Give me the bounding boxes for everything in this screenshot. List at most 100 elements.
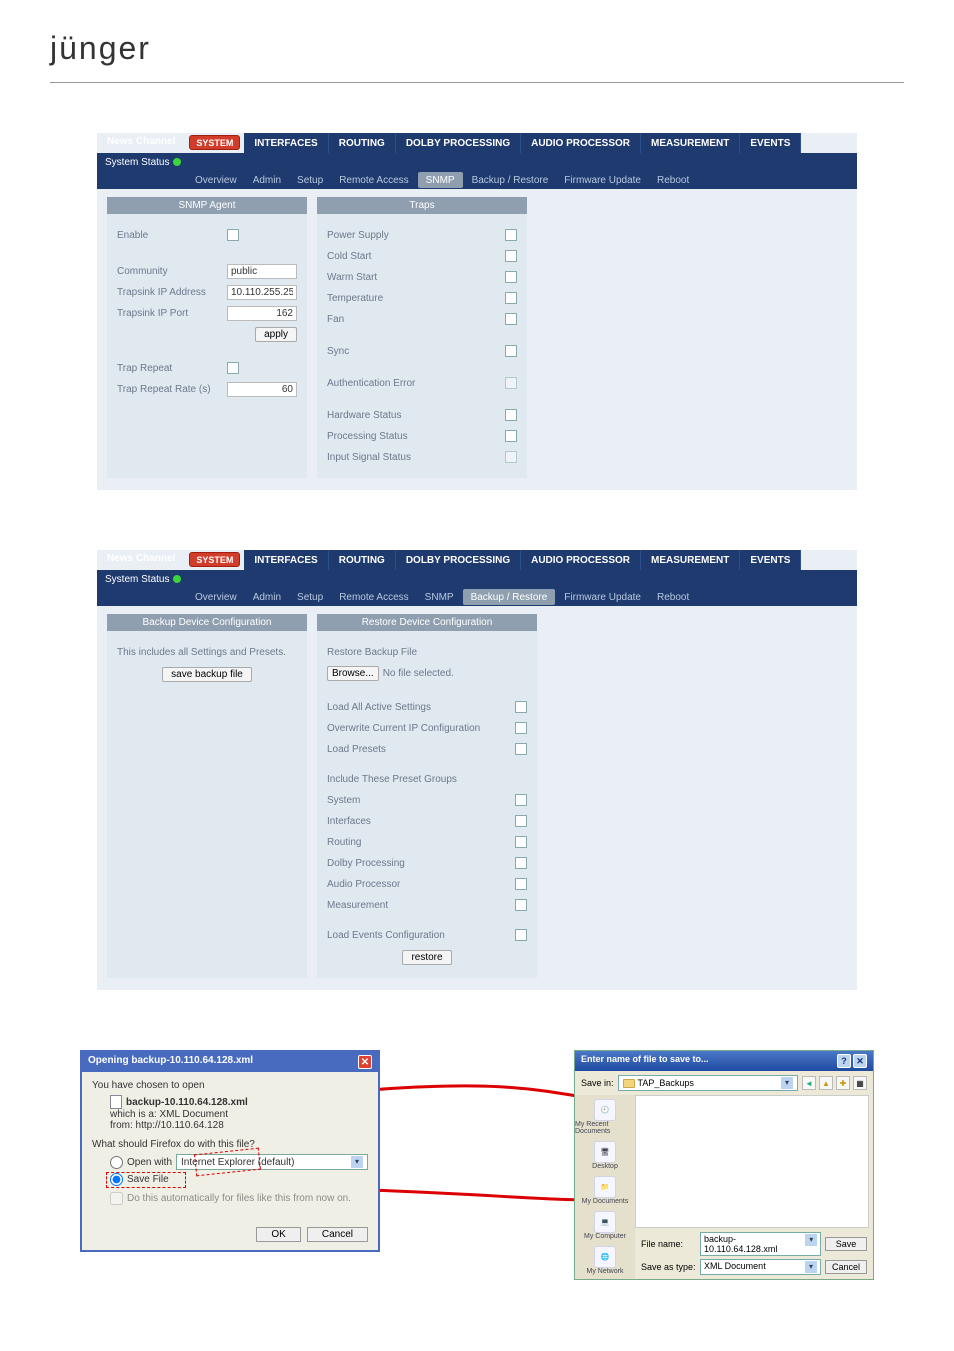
subtab-snmp[interactable]: SNMP — [417, 588, 462, 606]
trap-item: Cold Start — [327, 251, 505, 262]
trap-checkbox[interactable] — [505, 271, 517, 283]
group-checkbox[interactable] — [515, 836, 527, 848]
trap-checkbox[interactable] — [505, 409, 517, 421]
device-name: News Channel — [97, 133, 185, 153]
community-input[interactable] — [227, 264, 297, 279]
cancel-button[interactable]: Cancel — [307, 1227, 368, 1242]
trap-item: Processing Status — [327, 431, 505, 442]
group-checkbox[interactable] — [515, 857, 527, 869]
trapsink-ip-input[interactable] — [227, 285, 297, 300]
trap-repeat-label: Trap Repeat — [117, 363, 227, 374]
trap-checkbox[interactable] — [505, 292, 517, 304]
new-folder-icon[interactable]: ✚ — [836, 1076, 850, 1090]
subtab-overview[interactable]: Overview — [187, 171, 245, 189]
apply-button[interactable]: apply — [255, 327, 297, 342]
up-icon[interactable]: ▲ — [819, 1076, 833, 1090]
subtab-backup[interactable]: Backup / Restore — [463, 589, 556, 605]
views-icon[interactable]: ▦ — [853, 1076, 867, 1090]
ff-filename: backup-10.110.64.128.xml — [126, 1097, 248, 1108]
trap-checkbox[interactable] — [505, 313, 517, 325]
cancel-button[interactable]: Cancel — [825, 1260, 867, 1274]
opt-checkbox[interactable] — [515, 743, 527, 755]
subtab-snmp[interactable]: SNMP — [418, 172, 463, 188]
savetype-dropdown[interactable]: XML Document▾ — [700, 1259, 821, 1275]
group-checkbox[interactable] — [515, 794, 527, 806]
tab-interfaces[interactable]: INTERFACES — [244, 550, 328, 570]
subtab-reboot[interactable]: Reboot — [649, 171, 697, 189]
tab-dolby[interactable]: DOLBY PROCESSING — [396, 133, 521, 153]
trap-checkbox[interactable] — [505, 430, 517, 442]
trap-repeat-checkbox[interactable] — [227, 362, 239, 374]
opt-checkbox[interactable] — [515, 701, 527, 713]
system-button[interactable]: SYSTEM — [189, 135, 240, 150]
trap-checkbox[interactable] — [505, 229, 517, 241]
file-list-area[interactable] — [635, 1095, 869, 1228]
side-my-documents[interactable]: 📁My Documents — [582, 1176, 629, 1205]
subtab-remote[interactable]: Remote Access — [331, 171, 416, 189]
side-my-network[interactable]: 🌐My Network — [587, 1246, 624, 1275]
preset-group-header: Include These Preset Groups — [327, 774, 457, 785]
subtab-firmware[interactable]: Firmware Update — [556, 171, 649, 189]
side-my-recent[interactable]: 🕘My Recent Documents — [575, 1099, 635, 1135]
browse-button[interactable]: Browse... — [327, 666, 379, 681]
system-button[interactable]: SYSTEM — [189, 552, 240, 567]
tab-events[interactable]: EVENTS — [740, 133, 801, 153]
trap-checkbox[interactable] — [505, 345, 517, 357]
status-dot-icon — [173, 575, 181, 583]
savein-dropdown[interactable]: TAP_Backups ▾ — [618, 1075, 798, 1091]
subtab-setup[interactable]: Setup — [289, 588, 331, 606]
subtab-backup[interactable]: Backup / Restore — [464, 171, 557, 189]
no-file-label: No file selected. — [383, 668, 454, 679]
side-desktop[interactable]: 🖥Desktop — [592, 1141, 618, 1170]
trap-repeat-rate-input[interactable] — [227, 382, 297, 397]
ff-from: from: http://10.110.64.128 — [110, 1120, 368, 1131]
group-checkbox[interactable] — [515, 815, 527, 827]
chevron-down-icon: ▾ — [351, 1156, 363, 1168]
close-icon[interactable]: ✕ — [358, 1055, 372, 1069]
restore-button[interactable]: restore — [402, 950, 451, 965]
subtab-admin[interactable]: Admin — [245, 588, 289, 606]
savetype-label: Save as type: — [641, 1262, 696, 1272]
subtab-firmware[interactable]: Firmware Update — [556, 588, 649, 606]
device-name: News Channel — [97, 550, 185, 570]
ok-button[interactable]: OK — [256, 1227, 300, 1242]
filename-input[interactable]: backup-10.110.64.128.xml▾ — [700, 1232, 821, 1256]
tab-routing[interactable]: ROUTING — [329, 133, 396, 153]
tab-events[interactable]: EVENTS — [740, 550, 801, 570]
trap-checkbox[interactable] — [505, 250, 517, 262]
group-checkbox[interactable] — [515, 878, 527, 890]
events-cfg-checkbox[interactable] — [515, 929, 527, 941]
enable-label: Enable — [117, 230, 227, 241]
trap-checkbox[interactable] — [505, 451, 517, 463]
tab-audio[interactable]: AUDIO PROCESSOR — [521, 133, 641, 153]
tab-interfaces[interactable]: INTERFACES — [244, 133, 328, 153]
trap-checkbox[interactable] — [505, 377, 517, 389]
open-with-radio[interactable] — [110, 1156, 123, 1169]
tab-routing[interactable]: ROUTING — [329, 550, 396, 570]
traps-header: Traps — [317, 197, 527, 214]
help-icon[interactable]: ? — [837, 1054, 851, 1068]
trapsink-port-label: Trapsink IP Port — [117, 308, 227, 319]
subtab-reboot[interactable]: Reboot — [649, 588, 697, 606]
group-label: Dolby Processing — [327, 858, 515, 869]
auto-checkbox[interactable] — [110, 1192, 123, 1205]
enable-checkbox[interactable] — [227, 229, 239, 241]
subtab-admin[interactable]: Admin — [245, 171, 289, 189]
tab-audio[interactable]: AUDIO PROCESSOR — [521, 550, 641, 570]
opt-checkbox[interactable] — [515, 722, 527, 734]
side-my-computer[interactable]: 💻My Computer — [584, 1211, 626, 1240]
tab-dolby[interactable]: DOLBY PROCESSING — [396, 550, 521, 570]
save-button[interactable]: Save — [825, 1237, 867, 1251]
close-icon[interactable]: ✕ — [853, 1054, 867, 1068]
save-backup-button[interactable]: save backup file — [162, 667, 252, 682]
back-icon[interactable]: ◄ — [802, 1076, 816, 1090]
trapsink-port-input[interactable] — [227, 306, 297, 321]
ff-whichis: which is a: XML Document — [110, 1109, 368, 1120]
subtab-setup[interactable]: Setup — [289, 171, 331, 189]
subtab-remote[interactable]: Remote Access — [331, 588, 416, 606]
tab-measurement[interactable]: MEASUREMENT — [641, 133, 740, 153]
group-checkbox[interactable] — [515, 899, 527, 911]
trap-item: Sync — [327, 346, 505, 357]
subtab-overview[interactable]: Overview — [187, 588, 245, 606]
tab-measurement[interactable]: MEASUREMENT — [641, 550, 740, 570]
